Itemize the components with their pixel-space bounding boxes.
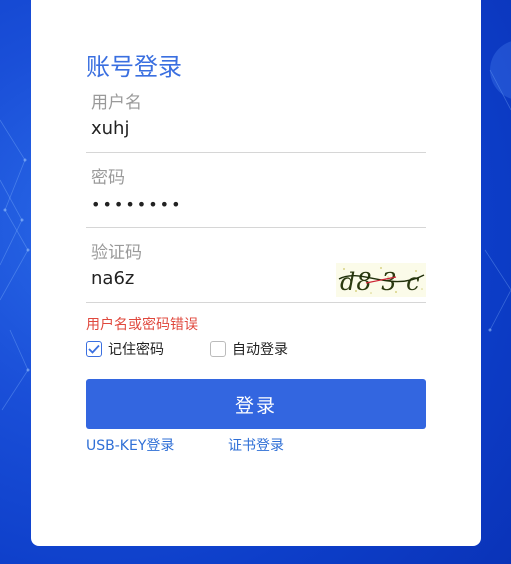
auto-login-label: 自动登录 [232, 342, 288, 358]
username-input[interactable]: xuhj [91, 118, 129, 139]
password-field[interactable]: 密码 •••••••• [86, 163, 426, 228]
captcha-image-text: d8 3 c [340, 268, 421, 296]
error-message: 用户名或密码错误 [86, 317, 198, 333]
login-title: 账号登录 [86, 53, 182, 81]
password-label: 密码 [91, 168, 125, 188]
password-underline [86, 227, 426, 228]
captcha-field[interactable]: 验证码 na6z d8 3 c [86, 238, 426, 303]
checkmark-icon [88, 344, 100, 354]
certificate-login-link[interactable]: 证书登录 [228, 435, 284, 455]
login-button[interactable]: 登录 [86, 379, 426, 429]
username-label: 用户名 [91, 93, 142, 113]
login-card: 账号登录 用户名 xuhj 密码 •••••••• 验证码 na6z d8 3 … [31, 0, 481, 546]
auto-login-checkbox[interactable] [210, 341, 226, 357]
captcha-input[interactable]: na6z [91, 268, 134, 289]
captcha-label: 验证码 [91, 243, 142, 263]
remember-password-option[interactable]: 记住密码 [86, 339, 164, 359]
username-field[interactable]: 用户名 xuhj [86, 88, 426, 153]
username-underline [86, 152, 426, 153]
remember-password-label: 记住密码 [108, 342, 164, 358]
auto-login-option[interactable]: 自动登录 [210, 339, 288, 359]
password-input[interactable]: •••••••• [91, 195, 183, 214]
remember-password-checkbox[interactable] [86, 341, 102, 357]
usb-key-login-link[interactable]: USB-KEY登录 [86, 435, 174, 455]
captcha-underline [86, 302, 426, 303]
captcha-image[interactable]: d8 3 c [336, 263, 426, 297]
